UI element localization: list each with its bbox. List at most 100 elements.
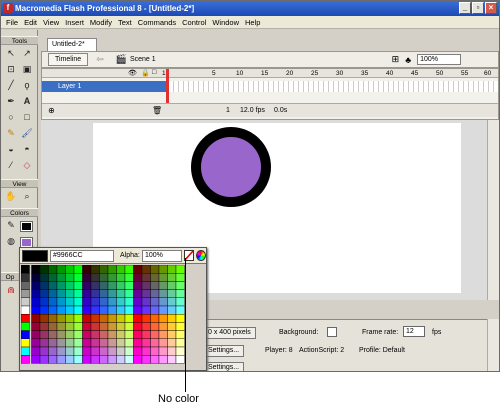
maximize-button[interactable]: ▫ <box>472 2 484 14</box>
swatch-cell[interactable] <box>124 289 134 299</box>
document-tab[interactable]: Untitled-2* <box>47 38 97 51</box>
swatch-cell[interactable] <box>133 297 143 307</box>
swatch-cell[interactable] <box>82 265 92 274</box>
swatch-cell[interactable] <box>21 314 30 323</box>
swatch-cell[interactable] <box>158 314 168 323</box>
swatch-cell[interactable] <box>124 272 134 282</box>
swatch-cell[interactable] <box>107 281 117 290</box>
swatch-cell[interactable] <box>158 354 168 364</box>
swatch-cell[interactable] <box>158 338 168 348</box>
snap-magnet-icon[interactable]: ⋒ <box>4 284 18 297</box>
swatch-cell[interactable] <box>175 272 185 282</box>
swatch-cell[interactable] <box>116 289 126 299</box>
swatch-cell[interactable] <box>21 322 30 331</box>
swatch-cell[interactable] <box>158 289 168 299</box>
swatch-cell[interactable] <box>31 297 41 307</box>
swatch-cell[interactable] <box>150 297 160 307</box>
swatch-cell[interactable] <box>73 330 83 339</box>
zoom-select[interactable]: 100% <box>417 54 462 65</box>
swatch-cell[interactable] <box>116 305 126 315</box>
swatch-cell[interactable] <box>167 354 177 364</box>
swatch-cell[interactable] <box>39 338 49 348</box>
hex-input[interactable]: #9966CC <box>50 250 114 262</box>
swatch-cell[interactable] <box>99 330 109 339</box>
swatch-cell[interactable] <box>175 346 185 356</box>
swatch-cell[interactable] <box>158 330 168 339</box>
swatch-cell[interactable] <box>65 281 75 290</box>
swatch-cell[interactable] <box>116 322 126 331</box>
swatch-cell[interactable] <box>73 354 83 364</box>
swatch-cell[interactable] <box>73 322 83 331</box>
swatch-cell[interactable] <box>124 330 134 339</box>
swatch-cell[interactable] <box>107 322 117 331</box>
text-tool-icon[interactable]: A <box>20 95 34 108</box>
menu-file[interactable]: File <box>3 18 21 27</box>
eyedropper-icon[interactable]: ⁄ <box>4 159 18 172</box>
swatch-cell[interactable] <box>82 354 92 364</box>
brush-tool-icon[interactable]: 🖌 <box>20 127 34 140</box>
swatch-cell[interactable] <box>90 330 100 339</box>
swatch-cell[interactable] <box>90 305 100 315</box>
swatch-cell[interactable] <box>39 322 49 331</box>
swatch-cell[interactable] <box>82 338 92 348</box>
swatch-cell[interactable] <box>133 272 143 282</box>
swatch-cell[interactable] <box>39 281 49 290</box>
swatch-cell[interactable] <box>90 322 100 331</box>
swatch-cell[interactable] <box>99 265 109 274</box>
swatch-cell[interactable] <box>133 305 143 315</box>
swatch-cell[interactable] <box>175 314 185 323</box>
swatch-cell[interactable] <box>65 265 75 274</box>
swatch-cell[interactable] <box>21 265 30 274</box>
swatch-cell[interactable] <box>167 297 177 307</box>
swatch-cell[interactable] <box>48 314 58 323</box>
swatch-cell[interactable] <box>158 322 168 331</box>
swatch-cell[interactable] <box>21 272 30 282</box>
purple-circle-shape[interactable] <box>191 127 271 207</box>
publish-settings-button[interactable]: Settings... <box>203 345 245 357</box>
swatch-cell[interactable] <box>31 322 41 331</box>
swatch-cell[interactable] <box>124 322 134 331</box>
swatch-cell[interactable] <box>21 305 30 315</box>
swatch-cell[interactable] <box>150 322 160 331</box>
swatch-cell[interactable] <box>31 338 41 348</box>
eye-icon[interactable]: 👁 <box>128 69 137 77</box>
swatch-cell[interactable] <box>39 289 49 299</box>
swatch-cell[interactable] <box>167 346 177 356</box>
back-arrow-icon[interactable]: ⇦ <box>96 54 104 65</box>
swatch-cell[interactable] <box>56 272 66 282</box>
swatch-cell[interactable] <box>175 265 185 274</box>
swatch-cell[interactable] <box>141 354 151 364</box>
swatch-cell[interactable] <box>99 297 109 307</box>
swatch-cell[interactable] <box>141 305 151 315</box>
swatch-cell[interactable] <box>39 272 49 282</box>
swatch-cell[interactable] <box>124 265 134 274</box>
frame-rate-input[interactable]: 12 <box>403 326 425 337</box>
swatch-cell[interactable] <box>107 272 117 282</box>
swatch-cell[interactable] <box>90 281 100 290</box>
swatch-cell[interactable] <box>65 314 75 323</box>
swatch-cell[interactable] <box>141 297 151 307</box>
fill-transform-icon[interactable]: ▣ <box>20 63 34 76</box>
swatch-cell[interactable] <box>150 338 160 348</box>
outline-icon[interactable]: □ <box>152 69 156 76</box>
swatch-cell[interactable] <box>31 305 41 315</box>
swatch-cell[interactable] <box>73 265 83 274</box>
swatch-cell[interactable] <box>167 338 177 348</box>
edit-symbols-icon[interactable]: ♣ <box>405 55 411 65</box>
swatch-cell[interactable] <box>99 272 109 282</box>
swatch-cell[interactable] <box>116 265 126 274</box>
swatch-cell[interactable] <box>175 281 185 290</box>
swatch-cell[interactable] <box>175 338 185 348</box>
swatch-cell[interactable] <box>116 346 126 356</box>
swatch-cell[interactable] <box>141 281 151 290</box>
lock-icon[interactable]: 🔒 <box>141 69 150 77</box>
swatch-cell[interactable] <box>56 281 66 290</box>
swatch-cell[interactable] <box>31 354 41 364</box>
swatch-cell[interactable] <box>99 322 109 331</box>
swatch-cell[interactable] <box>124 346 134 356</box>
swatch-cell[interactable] <box>167 272 177 282</box>
swatch-cell[interactable] <box>167 322 177 331</box>
paint-bucket-icon[interactable]: ◓ <box>20 143 34 156</box>
swatch-cell[interactable] <box>82 346 92 356</box>
menu-modify[interactable]: Modify <box>87 18 115 27</box>
